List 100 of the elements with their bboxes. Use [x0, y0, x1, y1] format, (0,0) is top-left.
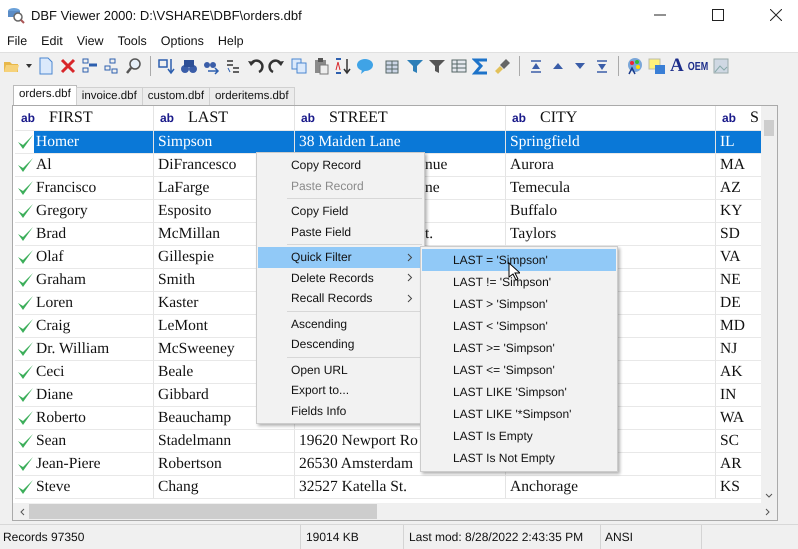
- cell-text: Al: [35, 155, 52, 175]
- menu-item[interactable]: Quick Filter: [258, 247, 423, 268]
- binoculars-icon[interactable]: [180, 57, 198, 75]
- scrollbar-thumb[interactable]: [29, 504, 377, 519]
- window-title: DBF Viewer 2000: D:\VSHARE\DBF\orders.dbf: [31, 8, 303, 22]
- cell-text: Olaf: [35, 247, 65, 267]
- column-name: LAST: [188, 109, 228, 127]
- arrow-down-icon[interactable]: [158, 57, 176, 75]
- cell-text: Gregory: [35, 201, 89, 221]
- menu-item[interactable]: LAST LIKE '*Simpson': [422, 403, 616, 425]
- paste-icon[interactable]: [312, 57, 330, 75]
- check-icon: [17, 364, 34, 380]
- status-text: Records 97350: [0, 525, 301, 549]
- table-cell: Buffalo: [506, 200, 716, 223]
- brush-icon[interactable]: [494, 57, 512, 75]
- cell-text: Roberto: [35, 408, 87, 428]
- file-tab[interactable]: custom.dbf: [142, 87, 210, 105]
- column-name: FIRST: [49, 109, 93, 127]
- squares-icon[interactable]: [648, 57, 666, 75]
- menu-item[interactable]: LAST < 'Simpson': [422, 315, 616, 337]
- menu-item[interactable]: Tools: [110, 34, 154, 48]
- blocks-icon[interactable]: [81, 57, 99, 75]
- cell-text: Sean: [35, 431, 68, 451]
- file-tab[interactable]: orderitems.dbf: [209, 87, 295, 105]
- table-cell: IL: [716, 131, 761, 154]
- file-tab[interactable]: invoice.dbf: [76, 87, 143, 105]
- type-label: ab: [512, 111, 526, 125]
- file-tab[interactable]: orders.dbf: [13, 85, 77, 105]
- menu-item[interactable]: Edit: [34, 34, 70, 48]
- check-icon: [17, 341, 34, 357]
- cell-text: Dr. William: [35, 339, 110, 359]
- check-icon: [17, 433, 34, 449]
- cross-icon[interactable]: [59, 57, 77, 75]
- menu-item[interactable]: Help: [210, 34, 251, 48]
- undo-icon[interactable]: [246, 57, 264, 75]
- column-name: CITY: [540, 109, 578, 127]
- chevron-right-icon[interactable]: [765, 508, 771, 516]
- check-icon: [17, 272, 34, 288]
- cell-text: Diane: [35, 385, 74, 405]
- chevron-left-icon[interactable]: [19, 508, 25, 516]
- menu-item[interactable]: LAST >= 'Simpson': [422, 337, 616, 359]
- sort-icon[interactable]: [334, 57, 352, 75]
- check-icon: [17, 318, 34, 334]
- check-icon: [17, 295, 34, 311]
- menu-item[interactable]: LAST = 'Simpson': [422, 249, 616, 271]
- column-name: STREET: [329, 109, 388, 127]
- cell-text: Ceci: [35, 362, 66, 382]
- palette-icon[interactable]: [626, 57, 644, 75]
- check-icon: [17, 134, 34, 150]
- menu-item[interactable]: LAST > 'Simpson': [422, 293, 616, 315]
- check-icon: [17, 410, 34, 426]
- menu-item[interactable]: Options: [154, 34, 211, 48]
- table-cell: Stadelmann: [154, 430, 295, 453]
- cell-text: Francisco: [35, 178, 98, 198]
- filter-icon[interactable]: [406, 57, 424, 75]
- close-icon[interactable]: [770, 9, 782, 21]
- vertical-scrollbar[interactable]: [761, 106, 777, 503]
- cell-text: Homer: [34, 131, 153, 153]
- table-cell: Chang: [154, 476, 295, 499]
- menu-item[interactable]: LAST LIKE 'Simpson': [422, 381, 616, 403]
- redo-icon[interactable]: [268, 57, 286, 75]
- cell-text: Graham: [35, 270, 87, 290]
- type-label: ab: [722, 111, 736, 125]
- chevron-down-icon[interactable]: [765, 493, 773, 499]
- table-cell: Aurora: [506, 154, 716, 177]
- cell-text: Steve: [35, 477, 72, 497]
- table-cell: 38 Maiden Lane: [295, 131, 506, 154]
- cell-text: Brad: [35, 224, 68, 244]
- sigma-icon[interactable]: [472, 57, 490, 75]
- type-label: ab: [160, 111, 174, 125]
- status-text: Last mod: 8/28/2022 2:43:35 PM: [404, 525, 601, 549]
- check-icon: [17, 387, 34, 403]
- type-label: ab: [301, 111, 316, 125]
- search-icon[interactable]: [125, 57, 143, 75]
- cell-text: Craig: [35, 316, 72, 336]
- table-cell: Temecula: [506, 177, 716, 200]
- table-icon[interactable]: [450, 57, 468, 75]
- check-icon: [17, 249, 34, 265]
- menu-item[interactable]: LAST != 'Simpson': [422, 271, 616, 293]
- table-cell: Springfield: [506, 131, 716, 154]
- scrollbar-thumb[interactable]: [764, 120, 774, 136]
- menu-item[interactable]: View: [70, 34, 111, 48]
- check-icon: [17, 203, 34, 219]
- table-cell: Anchorage: [506, 476, 716, 499]
- table-cell: Robertson: [154, 453, 295, 476]
- menu-item[interactable]: LAST <= 'Simpson': [422, 359, 616, 381]
- oem-button[interactable]: OEM: [688, 60, 708, 72]
- maximize-icon[interactable]: [712, 9, 724, 21]
- check-icon: [17, 479, 34, 495]
- font-button[interactable]: A: [670, 57, 684, 75]
- check-icon: [17, 180, 34, 196]
- cell-text: Jean-Piere: [35, 454, 102, 474]
- check-icon: [17, 456, 34, 472]
- check-icon: [17, 157, 34, 173]
- column-name: S: [750, 109, 759, 127]
- cell-text: Loren: [35, 293, 74, 313]
- horizontal-scrollbar[interactable]: [13, 503, 777, 520]
- magnifier-disk-icon: [7, 6, 25, 24]
- filter-icon[interactable]: [428, 57, 446, 75]
- menu-item[interactable]: File: [0, 34, 34, 48]
